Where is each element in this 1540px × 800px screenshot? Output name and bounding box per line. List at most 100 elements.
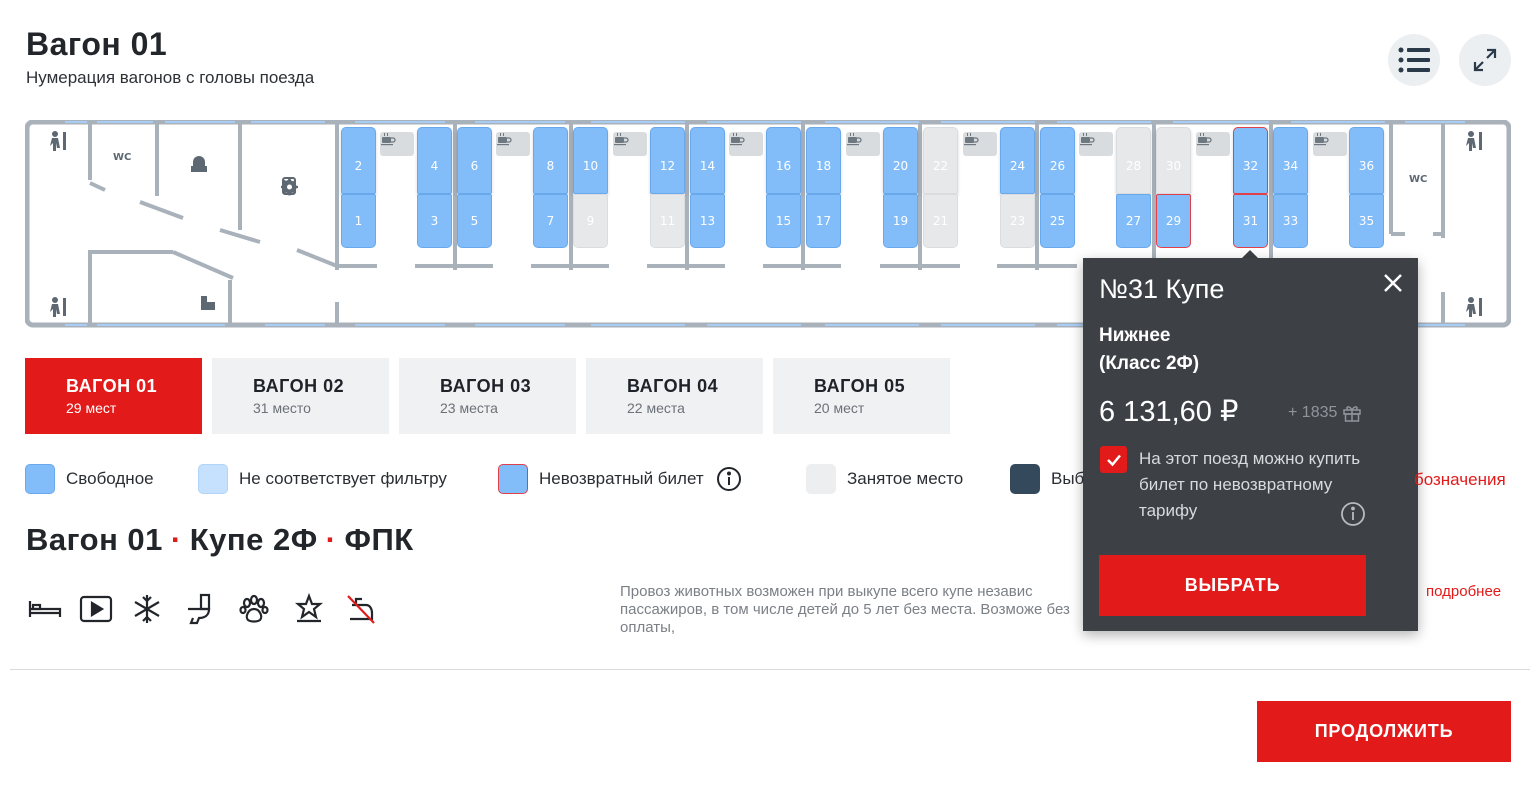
seat[interactable]: 20 [883,127,918,194]
seat[interactable]: 17 [806,194,841,248]
seat[interactable]: 16 [766,127,801,194]
legend-selected: Выб [1010,464,1084,494]
info-icon[interactable] [716,466,742,492]
legend-free: Свободное [25,464,154,494]
bed-icon[interactable] [28,592,62,626]
snowflake-icon[interactable] [130,592,164,626]
legend-no-filter-label: Не соответствует фильтру [239,469,447,488]
seat[interactable]: 18 [806,127,841,194]
toilet-icon[interactable] [182,592,216,626]
cup-icon [846,132,880,156]
continue-button[interactable]: ПРОДОЛЖИТЬ [1257,701,1511,762]
seat[interactable]: 10 [573,127,608,194]
wagon-tab-label: ВАГОН 02 [253,376,345,396]
seat[interactable]: 3 [417,194,452,248]
seat[interactable]: 19 [883,194,918,248]
seat[interactable]: 27 [1116,194,1151,248]
expand-icon [1473,48,1497,72]
cup-icon [1079,132,1113,156]
cup-icon [1313,132,1347,156]
seat[interactable]: 6 [457,127,492,194]
wagon-tab-label: ВАГОН 04 [627,376,719,396]
cup-icon [963,132,997,156]
seat[interactable]: 26 [1040,127,1075,194]
nonrefundable-checkbox[interactable] [1100,446,1127,473]
seat[interactable]: 8 [533,127,568,194]
close-button[interactable] [1380,270,1406,296]
legend-occupied: Занятое место [806,464,963,494]
video-icon[interactable] [79,592,113,626]
seat[interactable]: 33 [1273,194,1308,248]
wagon-tab-label: ВАГОН 05 [814,376,906,396]
wagon-class: Купе 2Ф [189,522,318,557]
berth-class: (Класс 2Ф) [1099,353,1200,374]
wagon-tab[interactable]: ВАГОН 01 29 мест [25,358,202,434]
seat[interactable]: 35 [1349,194,1384,248]
separator-dot: · [325,522,337,557]
wagon-tab-seat-count: 20 мест [814,400,865,416]
wagon-tab[interactable]: ВАГОН 05 20 мест [773,358,950,434]
page-title: Вагон 01 [26,26,168,62]
legend-all-link[interactable]: бозначения [1414,470,1506,490]
wc-front-label: WC [113,152,131,163]
page-subtitle: Нумерация вагонов с головы поезда [26,68,315,87]
seat-popup: №31 Купе Нижнее (Класс 2Ф) 6 131,60 ₽ + … [1083,258,1418,631]
seat: 11 [650,194,685,248]
no-shower-icon[interactable] [344,592,378,626]
gift-icon [1343,406,1362,422]
cup-icon [729,132,763,156]
select-seat-button[interactable]: ВЫБРАТЬ [1099,555,1366,616]
seat[interactable]: 32 [1233,127,1268,194]
popup-price: 6 131,60 ₽ [1099,396,1239,428]
legend-swatch-occupied [806,464,836,494]
paw-icon[interactable] [237,592,271,626]
popup-info-button[interactable] [1340,501,1366,532]
gear-icon [277,175,301,199]
pets-more-link[interactable]: подробнее [1426,583,1501,600]
seat[interactable]: 36 [1349,127,1384,194]
popup-berth-info: Нижнее (Класс 2Ф) [1099,322,1199,378]
seat[interactable]: 25 [1040,194,1075,248]
seat[interactable]: 29 [1156,194,1191,248]
seat[interactable]: 34 [1273,127,1308,194]
seat: 30 [1156,127,1191,194]
pets-policy-text: Провоз животных возможен при выкупе всег… [620,583,1070,636]
wagon-tab[interactable]: ВАГОН 03 23 места [399,358,576,434]
seat[interactable]: 15 [766,194,801,248]
wagon-details-title: Вагон 01 · Купе 2Ф · ФПК [26,522,414,558]
seat[interactable]: 14 [690,127,725,194]
seat[interactable]: 7 [533,194,568,248]
legend-free-label: Свободное [66,469,154,488]
wagon-number: Вагон 01 [26,522,163,557]
seat[interactable]: 1 [341,194,376,248]
star-icon[interactable] [292,592,326,626]
bonus-points: + 1835 [1288,404,1338,421]
wagon-tab-label: ВАГОН 01 [66,376,158,396]
divider [10,669,1530,670]
legend-nonrefundable: Невозвратный билет [498,464,742,494]
wagon-tab[interactable]: ВАГОН 04 22 места [586,358,763,434]
seat[interactable]: 4 [417,127,452,194]
wagon-tab-seat-count: 22 места [627,400,685,416]
wagon-tab-seat-count: 29 мест [66,400,117,416]
seat[interactable]: 24 [1000,127,1035,194]
cup-icon [613,132,647,156]
seat: 9 [573,194,608,248]
seat[interactable]: 5 [457,194,492,248]
list-icon [1398,47,1430,73]
seat[interactable]: 12 [650,127,685,194]
close-icon [1384,274,1402,292]
popup-seat-title: №31 Купе [1099,274,1225,304]
cup-icon [1196,132,1230,156]
seat[interactable]: 31 [1233,194,1268,248]
legend-nonrefundable-label: Невозвратный билет [539,469,704,488]
list-view-button[interactable] [1388,34,1440,86]
wagon-tab-label: ВАГОН 03 [440,376,532,396]
seat: 22 [923,127,958,194]
seat: 21 [923,194,958,248]
expand-button[interactable] [1459,34,1511,86]
wagon-tab[interactable]: ВАГОН 02 31 место [212,358,389,434]
seat[interactable]: 2 [341,127,376,194]
carrier-name: ФПК [344,522,414,557]
seat[interactable]: 13 [690,194,725,248]
